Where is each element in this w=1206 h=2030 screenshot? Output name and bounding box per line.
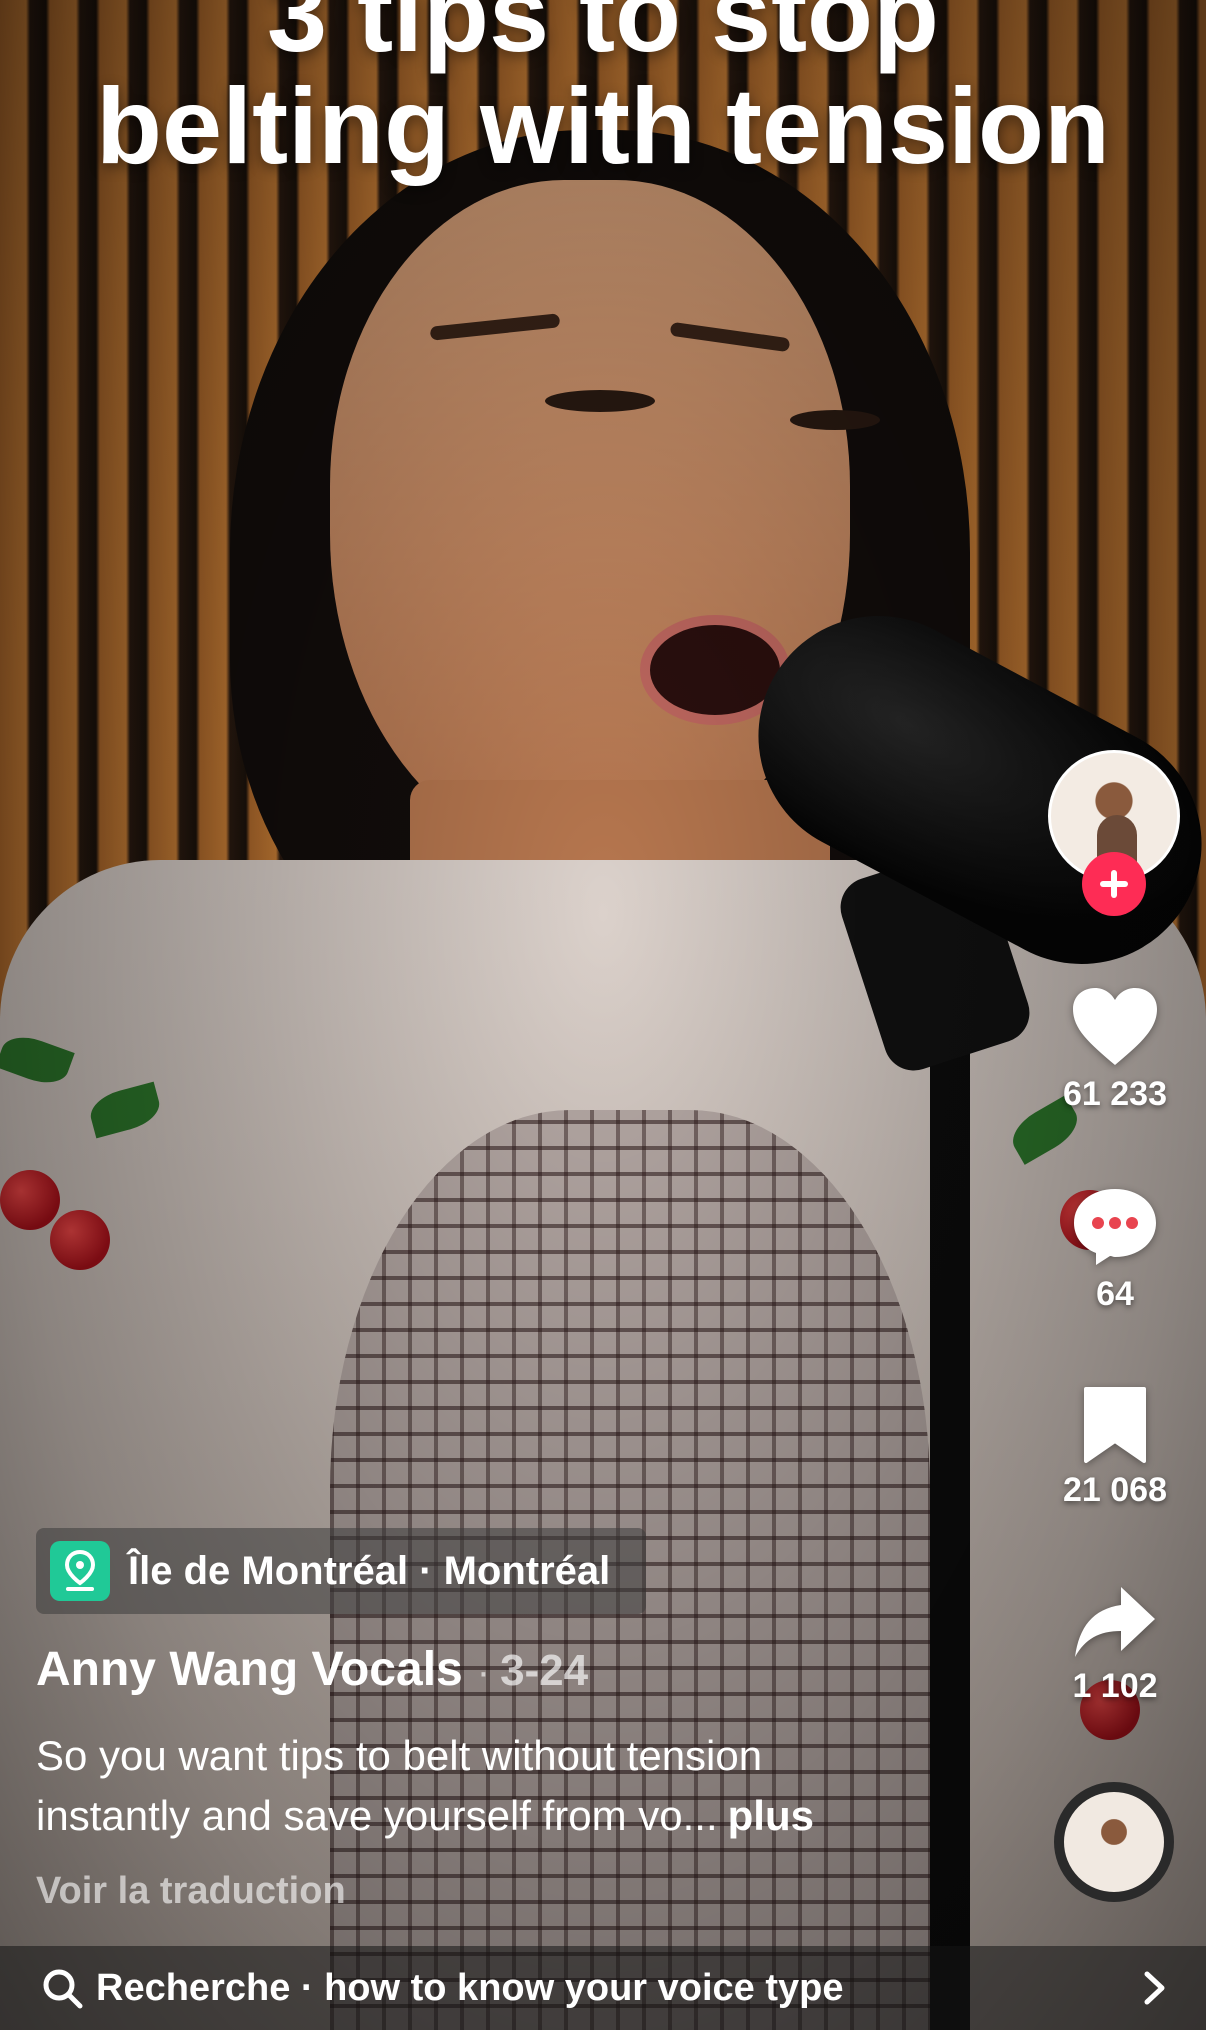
video-overlay-title: 3 tips to stop belting with tension [0, 0, 1206, 182]
caption-line: So you want tips to belt without tension [36, 1732, 763, 1779]
chevron-right-icon [1144, 1971, 1165, 2005]
bookmark-button[interactable]: 21 068 [1040, 1385, 1190, 1510]
heart-icon [1073, 988, 1157, 1065]
plus-icon [1100, 870, 1128, 898]
author-line: Anny Wang Vocals · 3-24 [36, 1642, 588, 1697]
location-tag[interactable]: Île de Montréal · Montréal [36, 1528, 646, 1614]
bookmark-icon [1084, 1387, 1146, 1463]
caption-text: instantly and save yourself from vo... [36, 1792, 718, 1839]
author-date-separator: · [476, 1650, 491, 1694]
see-translation-link[interactable]: Voir la traduction [36, 1870, 346, 1913]
search-icon [43, 1969, 83, 2009]
post-date: 3-24 [500, 1646, 589, 1695]
follow-button[interactable] [1082, 852, 1146, 916]
comment-bubble-icon [1074, 1189, 1156, 1265]
location-pin-icon [50, 1541, 110, 1601]
comment-button[interactable]: 64 [1040, 1185, 1190, 1314]
comment-count: 64 [1096, 1275, 1134, 1313]
share-count: 1 102 [1072, 1667, 1158, 1705]
search-suggestion-bar[interactable]: Recherche · how to know your voice type [0, 1946, 1206, 2030]
share-arrow-icon [1075, 1587, 1155, 1657]
location-label: Île de Montréal · Montréal [128, 1548, 611, 1593]
like-button[interactable]: 61 233 [1040, 985, 1190, 1114]
caption-line: instantly and save yourself from vo... pl… [36, 1786, 996, 1846]
bookmark-count: 21 068 [1063, 1471, 1167, 1509]
overlay-title-line: 3 tips to stop [267, 0, 939, 74]
share-button[interactable]: 1 102 [1040, 1585, 1190, 1706]
music-disc-avatar[interactable] [1054, 1782, 1174, 1902]
author-name[interactable]: Anny Wang Vocals [36, 1642, 463, 1697]
see-more-link[interactable]: plus [728, 1792, 814, 1839]
like-count: 61 233 [1063, 1075, 1167, 1113]
post-caption[interactable]: So you want tips to belt without tension… [36, 1726, 996, 1846]
overlay-title-line: belting with tension [96, 65, 1110, 186]
search-suggestion-text: Recherche · how to know your voice type [96, 1966, 844, 2009]
